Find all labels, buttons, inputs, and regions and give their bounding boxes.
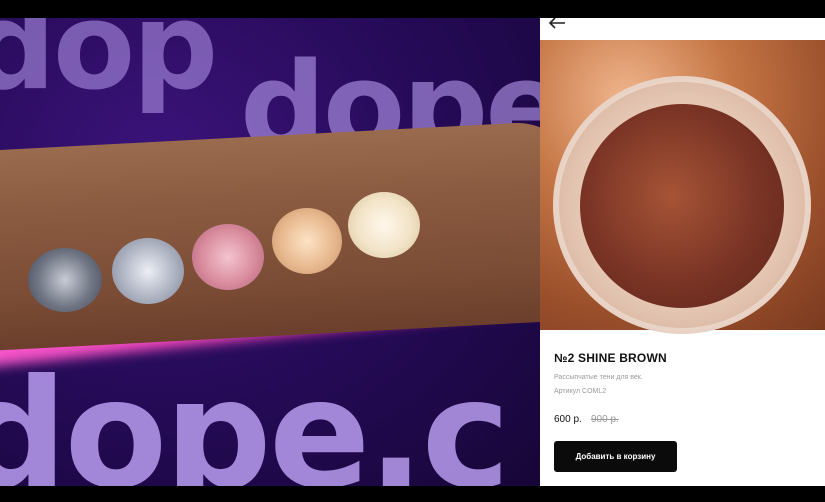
- promo-image: dop dope. dope.c: [0, 18, 540, 486]
- product-title: №2 SHINE BROWN: [554, 351, 667, 365]
- product-card: №2 SHINE BROWN Рассыпчатые тени для век.…: [540, 18, 825, 486]
- arrow-left-icon: [548, 18, 565, 29]
- product-image: [540, 40, 825, 334]
- glitter-swatch-pink: [192, 224, 264, 290]
- product-price: 600 р.: [554, 414, 582, 425]
- letterbox-bottom: [0, 486, 825, 502]
- glitter-swatch-peach: [272, 208, 342, 274]
- arrow-left-icon[interactable]: [548, 18, 572, 32]
- glitter-swatch-gunmetal: [28, 248, 102, 312]
- product-glitter: [580, 104, 784, 308]
- product-description: Рассыпчатые тени для век.: [554, 374, 643, 381]
- add-to-cart-button[interactable]: Добавить в корзину: [554, 441, 677, 472]
- add-to-cart-label: Добавить в корзину: [575, 452, 656, 461]
- brand-watermark: dope.c: [0, 348, 510, 486]
- glitter-swatch-silver: [112, 238, 184, 304]
- glitter-swatch-champagne: [348, 192, 420, 258]
- letterbox-top: [0, 0, 825, 18]
- brand-watermark: dop: [0, 18, 218, 117]
- product-sku: Артикул COML2: [554, 388, 607, 395]
- product-old-price: 900 р.: [591, 414, 619, 425]
- arm-photo: [0, 119, 540, 353]
